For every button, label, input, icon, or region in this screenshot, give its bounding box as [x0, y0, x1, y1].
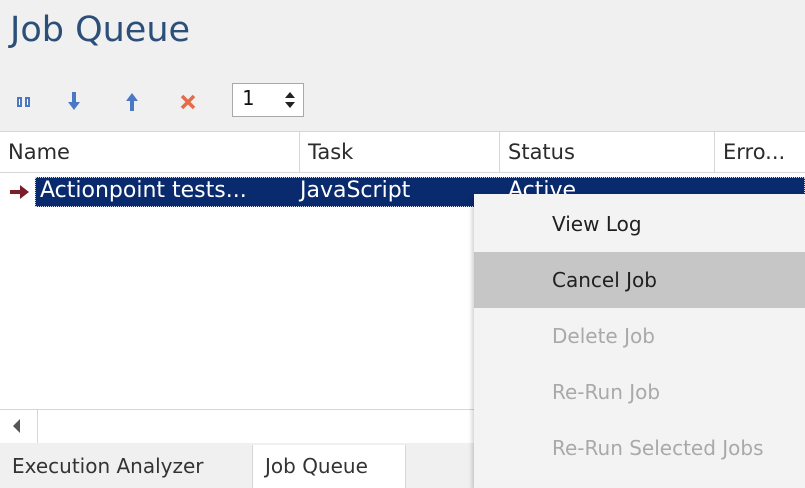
menu-item-label: Cancel Job [552, 268, 657, 292]
column-header-status[interactable]: Status [500, 132, 715, 172]
menu-item-rerun-selected-jobs[interactable]: Re-Run Selected Jobs [474, 420, 805, 476]
tab-label: Execution Analyzer [12, 454, 204, 478]
page-title: Job Queue [10, 10, 191, 50]
tab-label: Job Queue [265, 454, 368, 478]
menu-item-cancel-job[interactable]: Cancel Job [474, 252, 805, 308]
menu-item-label: View Log [552, 212, 642, 236]
menu-item-view-log[interactable]: View Log [474, 196, 805, 252]
menu-item-label: Re-Run Selected Jobs [552, 436, 764, 460]
toolbar [0, 78, 805, 128]
current-row-arrow-icon [9, 182, 31, 202]
move-down-icon[interactable] [62, 88, 86, 116]
panel-header: Job Queue [0, 0, 805, 75]
stepper-arrows-icon[interactable] [283, 88, 297, 112]
menu-item-label: Delete Job [552, 324, 655, 348]
scroll-left-button[interactable] [0, 410, 38, 443]
pause-icon[interactable] [12, 88, 36, 116]
column-header-name[interactable]: Name [0, 132, 300, 172]
column-header-error[interactable]: Erro... [715, 132, 805, 172]
column-header-task[interactable]: Task [300, 132, 500, 172]
move-up-icon[interactable] [120, 88, 144, 116]
tab-execution-analyzer[interactable]: Execution Analyzer [0, 445, 252, 488]
cell-name: Actionpoint tests... [40, 178, 247, 203]
concurrency-stepper[interactable]: 1 [232, 83, 304, 117]
menu-item-rerun-job[interactable]: Re-Run Job [474, 364, 805, 420]
tab-job-queue[interactable]: Job Queue [252, 445, 406, 488]
cell-task: JavaScript [300, 178, 411, 203]
scroll-left-icon [13, 419, 20, 433]
delete-icon[interactable] [176, 88, 200, 116]
menu-item-label: Re-Run Job [552, 380, 661, 404]
menu-item-delete-job[interactable]: Delete Job [474, 308, 805, 364]
grid-header: Name Task Status Erro... [0, 131, 805, 173]
stepper-value: 1 [242, 86, 255, 110]
context-menu: View Log Cancel Job Delete Job Re-Run Jo… [474, 194, 805, 488]
